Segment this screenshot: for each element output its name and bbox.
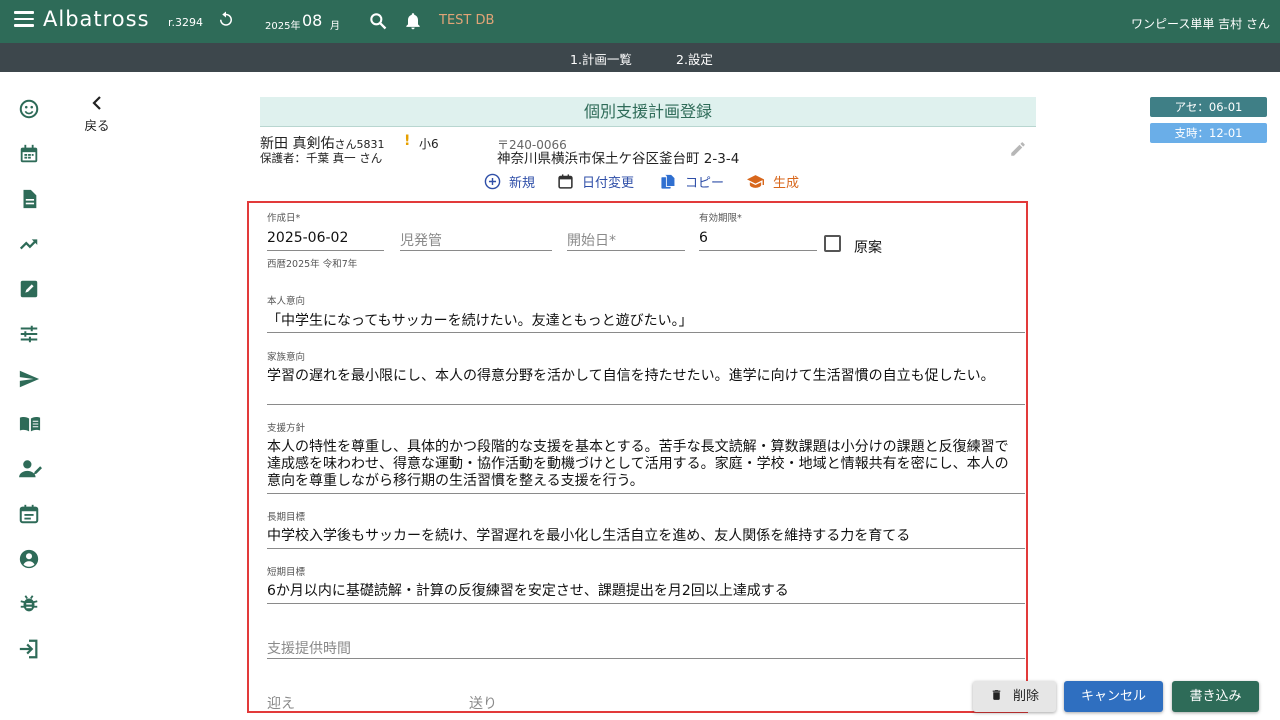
calendar-icon[interactable]	[18, 143, 40, 165]
generate-label: 生成	[773, 176, 800, 191]
policy-underline	[267, 493, 1025, 494]
address: 神奈川県横浜市保土ケ谷区釜台町 2-3-4	[497, 151, 740, 167]
book-icon[interactable]	[18, 413, 41, 435]
copy-label: コピー	[685, 176, 725, 191]
intent-family-input[interactable]: 学習の遅れを最小限にし、本人の得意分野を活かして自信を持たせたい。進学に向けて生…	[267, 368, 1022, 385]
calendar-small-icon	[558, 174, 573, 189]
date-year[interactable]: 2025年	[265, 17, 300, 32]
pencil-icon[interactable]	[1009, 140, 1027, 162]
bell-icon[interactable]	[403, 11, 423, 35]
page-title: 個別支援計画登録	[260, 97, 1036, 127]
start-date-underline	[567, 250, 685, 251]
back-button[interactable]: 戻る	[80, 95, 114, 134]
event-note-icon[interactable]	[18, 503, 40, 525]
copy-icon	[661, 173, 676, 189]
created-date-underline	[267, 250, 384, 251]
dropoff-input[interactable]: 送り	[469, 693, 497, 711]
short-goal-underline	[267, 603, 1025, 604]
nav-plan-list[interactable]: 1.計画一覧	[570, 49, 632, 68]
manager-input[interactable]: 児発管	[400, 230, 442, 250]
login-icon[interactable]	[18, 638, 40, 660]
new-label: 新規	[509, 176, 536, 191]
user-label[interactable]: ワンピース単単 吉村 さん	[1131, 15, 1270, 32]
intent-self-input[interactable]: 「中学生になってもサッカーを続けたい。友達ともっと遊びたい。」	[267, 313, 1022, 330]
account-circle-icon[interactable]	[18, 548, 40, 570]
send-icon[interactable]	[18, 368, 40, 390]
back-label: 戻る	[84, 118, 110, 133]
long-goal-underline	[267, 548, 1025, 549]
date-change-button[interactable]: 日付変更	[557, 172, 634, 191]
smiley-icon[interactable]	[18, 98, 40, 120]
draft-label: 原案	[854, 240, 882, 256]
date-month[interactable]: 08	[302, 11, 322, 30]
chevron-left-icon	[92, 96, 101, 110]
hamburger-menu-icon[interactable]	[14, 11, 34, 27]
warning-icon: !	[404, 133, 411, 149]
validity-input[interactable]: 6	[699, 230, 708, 246]
short-goal-input[interactable]: 6か月以内に基礎読解・計算の反復練習を安定させ、課題提出を月2回以上達成する	[267, 583, 1022, 600]
support-time-input[interactable]: 支援提供時間	[267, 638, 351, 658]
bug-icon[interactable]	[18, 593, 40, 615]
guardian: 保護者：千葉 真一 さん	[260, 151, 383, 165]
delete-label: 削除	[1012, 689, 1039, 704]
draft-checkbox[interactable]	[824, 235, 841, 252]
created-date-label: 作成日*	[267, 213, 301, 224]
intent-self-label: 本人意向	[267, 296, 306, 307]
db-label: TEST DB	[439, 13, 495, 28]
pickup-input[interactable]: 迎え	[267, 693, 295, 711]
support-time-badge[interactable]: 支時：12-01	[1150, 123, 1267, 143]
delete-button[interactable]: 削除	[973, 681, 1056, 712]
top-app-bar: Albatross r.3294 2025年 08 月 TEST DB ワンピー…	[0, 0, 1280, 43]
created-date-hint: 西暦2025年 令和7年	[267, 259, 358, 270]
search-icon[interactable]	[368, 11, 388, 35]
cancel-button[interactable]: キャンセル	[1064, 681, 1163, 712]
policy-input[interactable]: 本人の特性を尊重し、具体的かつ段階的な支援を基本とする。苦手な長文読解・算数課題…	[267, 439, 1022, 490]
person-edit-icon[interactable]	[18, 458, 42, 480]
student-grade: 小6	[419, 137, 439, 151]
document-icon[interactable]	[18, 188, 40, 210]
validity-label: 有効期限*	[699, 213, 742, 224]
edit-note-icon[interactable]	[18, 278, 40, 300]
start-date-input[interactable]: 開始日*	[567, 230, 616, 250]
plan-form: 作成日* 2025-06-02 西暦2025年 令和7年 児発管 開始日* 有効…	[247, 201, 1028, 713]
add-circle-icon	[484, 173, 501, 190]
nav-bar: 1.計画一覧 2.設定	[0, 43, 1280, 72]
school-icon	[747, 175, 764, 188]
trash-icon	[992, 690, 1001, 700]
sliders-icon[interactable]	[18, 323, 40, 345]
nav-settings[interactable]: 2.設定	[676, 49, 713, 68]
policy-label: 支援方針	[267, 423, 306, 434]
validity-underline	[699, 250, 817, 251]
new-button[interactable]: 新規	[484, 172, 535, 191]
assessment-badge[interactable]: アセ：06-01	[1150, 97, 1267, 117]
date-change-label: 日付変更	[582, 176, 635, 191]
long-goal-input[interactable]: 中学校入学後もサッカーを続け、学習遅れを最小化し生活自立を進め、友人関係を維持す…	[267, 528, 1022, 545]
date-unit: 月	[330, 21, 340, 32]
save-button[interactable]: 書き込み	[1172, 681, 1259, 712]
intent-family-label: 家族意向	[267, 352, 306, 363]
created-date-input[interactable]: 2025-06-02	[267, 230, 348, 246]
short-goal-label: 短期目標	[267, 567, 306, 578]
app-revision: r.3294	[168, 16, 204, 29]
copy-button[interactable]: コピー	[660, 172, 724, 191]
support-time-underline	[267, 658, 1025, 659]
app-title: Albatross	[43, 7, 150, 31]
intent-self-underline	[267, 332, 1025, 333]
long-goal-label: 長期目標	[267, 512, 306, 523]
manager-underline	[400, 250, 552, 251]
generate-button[interactable]: 生成	[746, 172, 799, 191]
refresh-icon[interactable]	[217, 10, 235, 32]
trending-up-icon[interactable]	[18, 233, 40, 255]
intent-family-underline	[267, 404, 1025, 405]
